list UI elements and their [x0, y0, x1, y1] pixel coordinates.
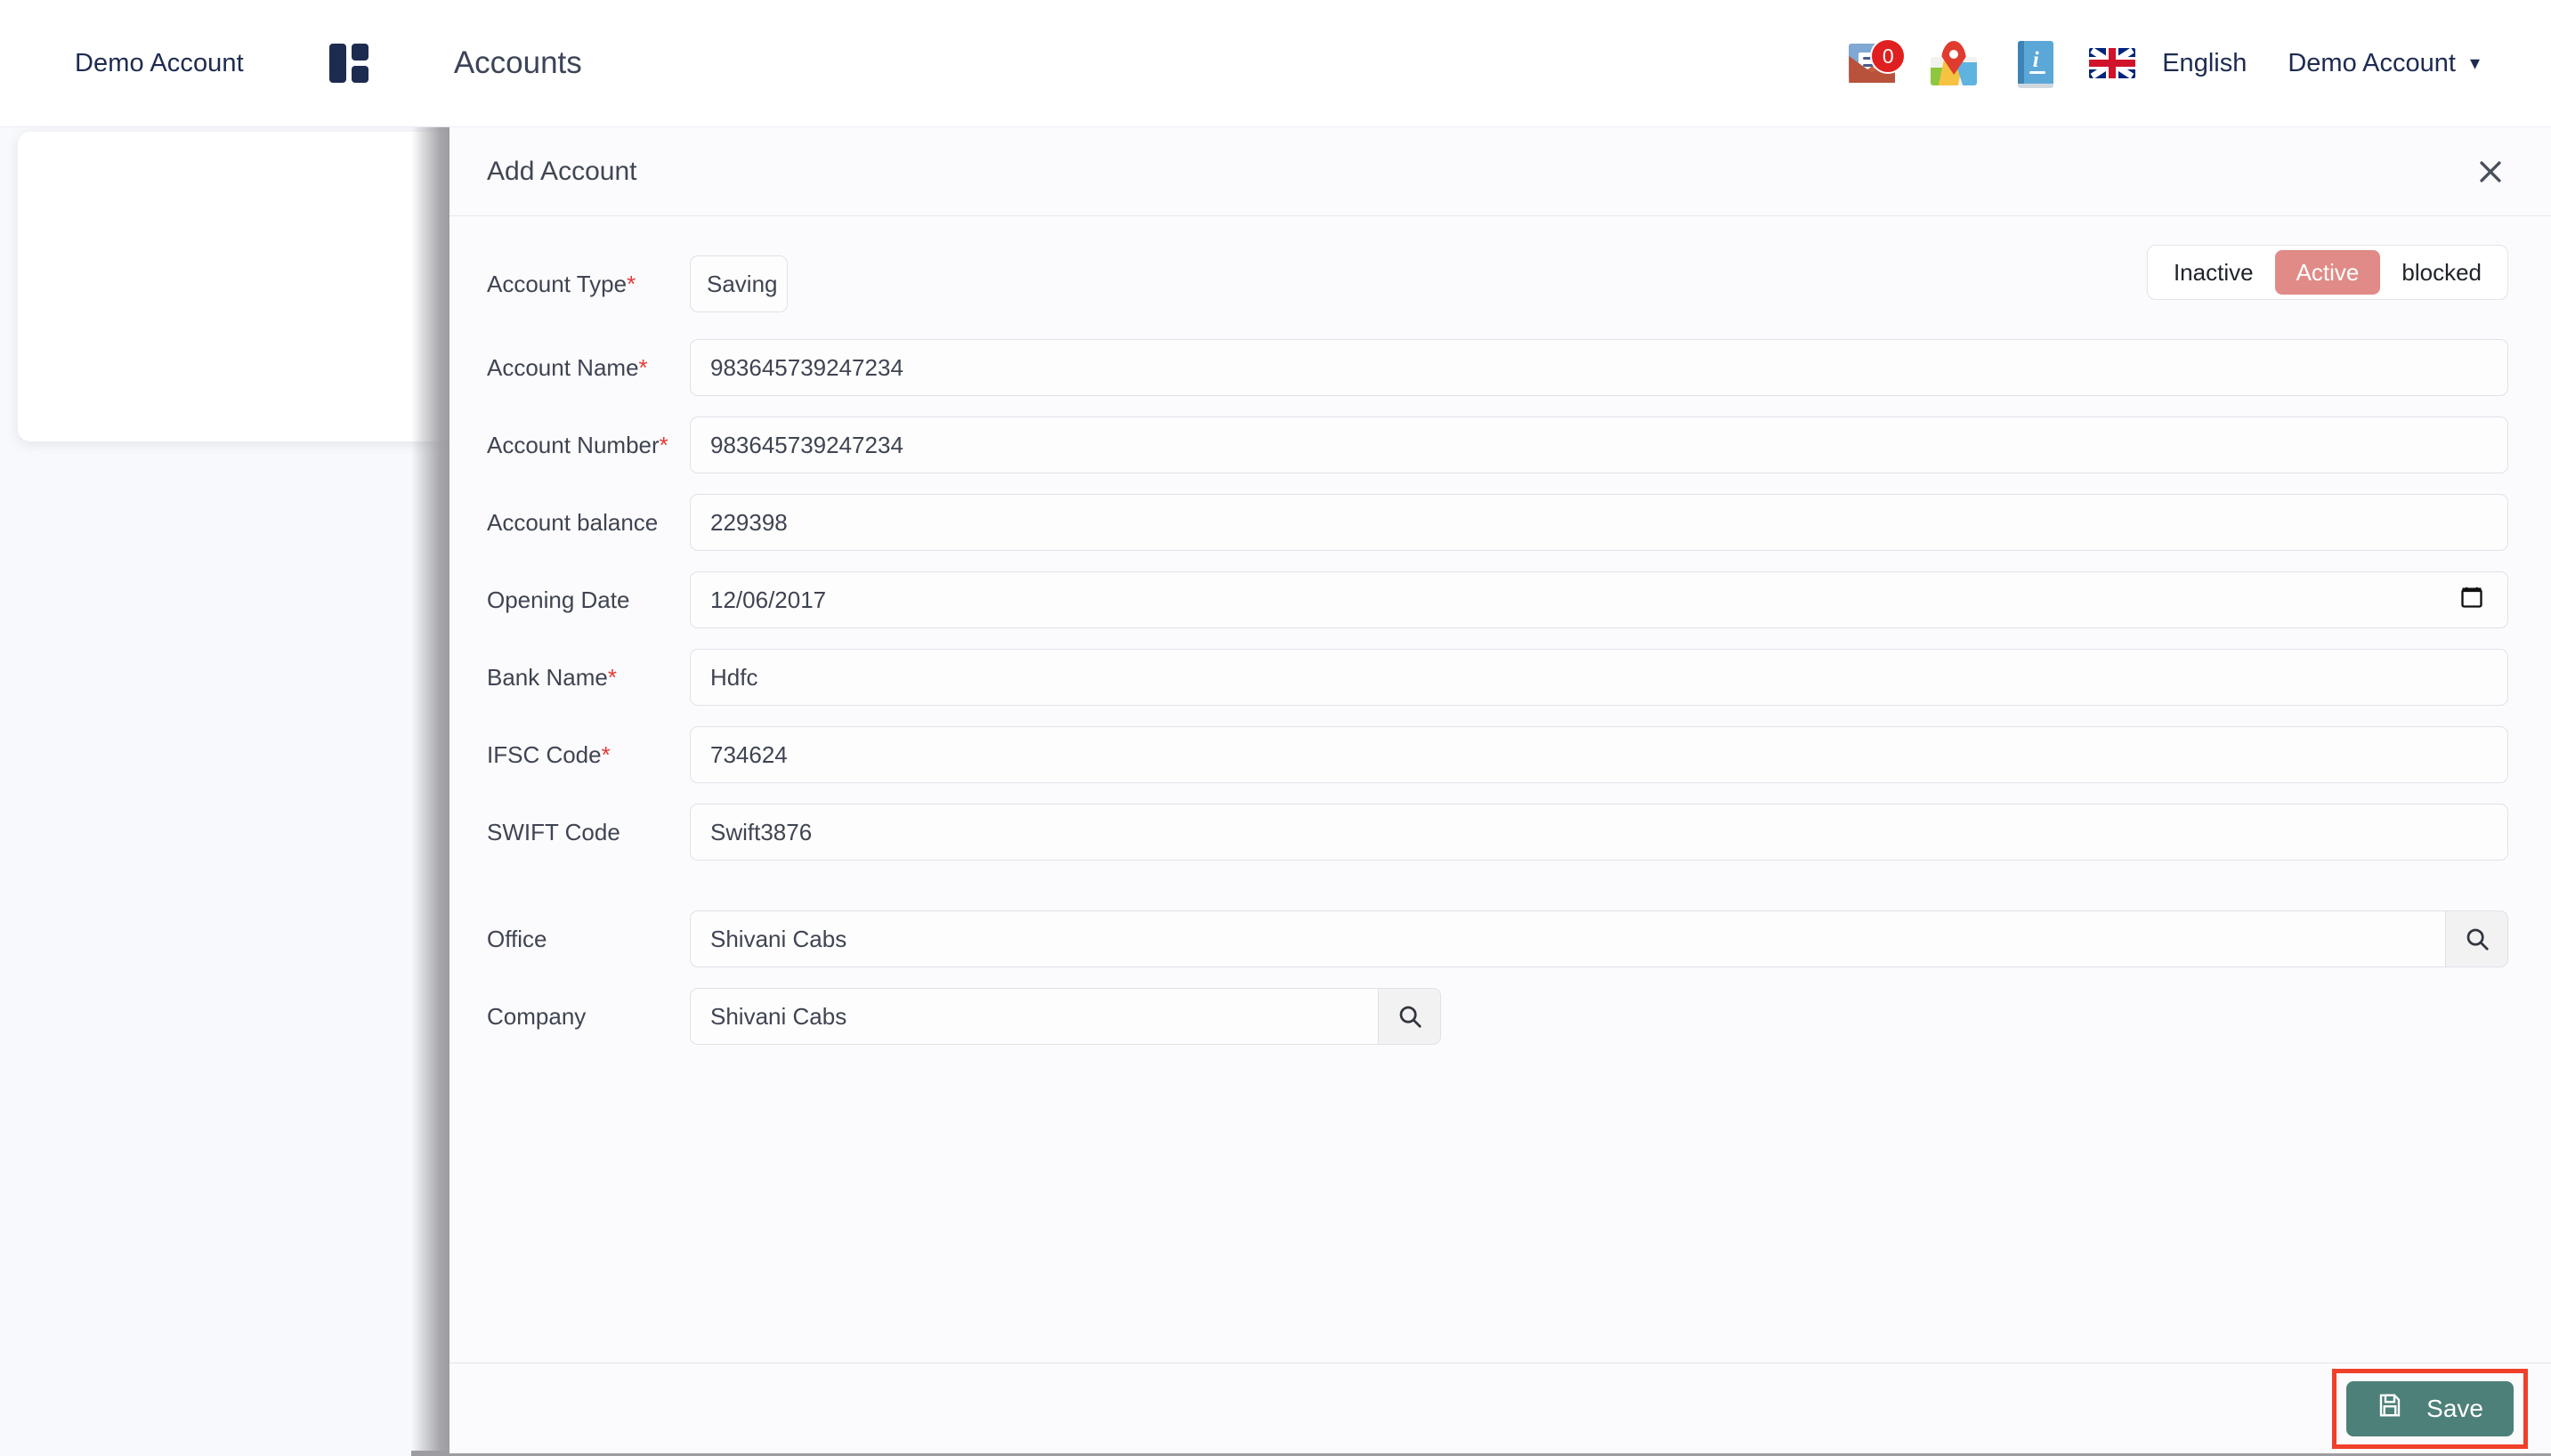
status-option-blocked[interactable]: blocked: [2380, 250, 2503, 295]
save-button-label: Save: [2426, 1394, 2483, 1422]
uk-flag-icon[interactable]: [2077, 22, 2148, 104]
office-search-icon[interactable]: [2446, 910, 2508, 967]
form-row-office: Office Shivani Cabs: [487, 910, 2508, 967]
opening-date-value: 12/06/2017: [710, 586, 827, 613]
form-row-swift-code: SWIFT Code Swift3876: [487, 804, 2508, 861]
account-menu-label: Demo Account: [2288, 48, 2456, 77]
status-option-active[interactable]: Active: [2274, 250, 2381, 295]
close-icon[interactable]: [2466, 147, 2515, 197]
form-row-account-type: Account Type* Saving Inactive Active blo…: [487, 245, 2508, 312]
label-ifsc-code: IFSC Code*: [487, 740, 611, 768]
top-navigation-bar: Demo Account Accounts 0 i English Demo A…: [0, 0, 2551, 127]
form-row-ifsc-code: IFSC Code* 734624: [487, 726, 2508, 783]
background-content-card: [18, 132, 458, 441]
company-search-icon[interactable]: [1379, 988, 1441, 1045]
label-bank-name: Bank Name*: [487, 663, 617, 691]
label-opening-date: Opening Date: [487, 586, 630, 613]
language-label[interactable]: English: [2162, 49, 2247, 78]
form-row-account-name: Account Name* 983645739247234: [487, 339, 2508, 396]
status-option-inactive[interactable]: Inactive: [2152, 250, 2275, 295]
form-row-account-balance: Account balance 229398: [487, 494, 2508, 551]
form-row-opening-date: Opening Date 12/06/2017: [487, 571, 2508, 628]
save-button[interactable]: Save: [2346, 1380, 2514, 1436]
add-account-modal: Add Account Account Type* Saving Inactiv…: [449, 127, 2551, 1453]
opening-date-input[interactable]: 12/06/2017: [690, 571, 2508, 628]
account-name-input[interactable]: 983645739247234: [690, 339, 2508, 396]
ifsc-code-input[interactable]: 734624: [690, 726, 2508, 783]
label-account-type: Account Type*: [487, 270, 636, 297]
form-row-company: Company Shivani Cabs: [487, 988, 2508, 1045]
modal-footer: Save: [449, 1363, 2551, 1453]
modal-header: Add Account: [449, 127, 2551, 216]
page-title: Accounts: [453, 45, 582, 80]
label-company: Company: [487, 1002, 587, 1030]
grid-icon[interactable]: [328, 44, 368, 83]
mail-badge-count: 0: [1870, 38, 1907, 74]
info-book-glyph: i: [2032, 48, 2039, 72]
info-book-icon[interactable]: i: [1995, 22, 2077, 104]
mail-icon[interactable]: 0: [1831, 22, 1913, 104]
form-row-bank-name: Bank Name* Hdfc: [487, 649, 2508, 706]
map-icon[interactable]: [1913, 22, 1995, 104]
required-asterisk: *: [638, 353, 648, 381]
save-highlight-annotation: Save: [2332, 1368, 2528, 1449]
required-asterisk: *: [601, 740, 611, 768]
label-account-name: Account Name*: [487, 353, 648, 381]
bank-name-input[interactable]: Hdfc: [690, 649, 2508, 706]
office-input-group: Shivani Cabs: [690, 910, 2508, 967]
label-office: Office: [487, 925, 547, 952]
account-type-select[interactable]: Saving: [690, 255, 788, 312]
modal-title: Add Account: [487, 156, 637, 186]
label-swift-code: SWIFT Code: [487, 818, 620, 845]
label-account-number: Account Number*: [487, 431, 668, 458]
calendar-icon[interactable]: [2459, 585, 2484, 616]
modal-body: Account Type* Saving Inactive Active blo…: [449, 216, 2551, 1363]
account-number-input[interactable]: 983645739247234: [690, 417, 2508, 473]
label-account-balance: Account balance: [487, 508, 659, 536]
chevron-down-icon: ▾: [2469, 52, 2480, 74]
company-input[interactable]: Shivani Cabs: [690, 988, 1379, 1045]
required-asterisk: *: [607, 663, 617, 691]
account-balance-input[interactable]: 229398: [690, 494, 2508, 551]
status-toggle-group: Inactive Active blocked: [2146, 245, 2508, 300]
form-row-account-number: Account Number* 983645739247234: [487, 417, 2508, 473]
nav-right-cluster: 0 i English Demo Account ▾: [1831, 22, 2480, 104]
brand-label[interactable]: Demo Account: [75, 49, 244, 78]
modal-backdrop[interactable]: [411, 127, 450, 1456]
swift-code-input[interactable]: Swift3876: [690, 804, 2508, 861]
account-menu[interactable]: Demo Account ▾: [2288, 49, 2480, 78]
office-input[interactable]: Shivani Cabs: [690, 910, 2446, 967]
save-floppy-icon: [2377, 1392, 2403, 1425]
company-input-group: Shivani Cabs: [690, 988, 1441, 1045]
required-asterisk: *: [627, 270, 636, 297]
required-asterisk: *: [659, 431, 668, 458]
